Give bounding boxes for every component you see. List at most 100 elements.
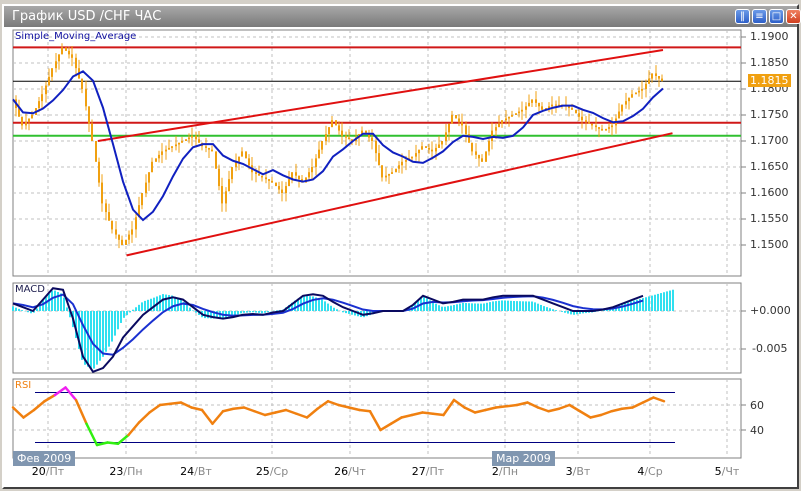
candle-body <box>205 146 207 148</box>
candle-body <box>498 123 500 128</box>
candle-body <box>528 102 530 107</box>
candle-body <box>385 175 387 178</box>
candle-body <box>71 54 73 58</box>
candle-body <box>635 92 637 95</box>
candle-body <box>48 76 50 86</box>
price-axis-label: 1.1850 <box>750 56 789 69</box>
candle-body <box>261 175 263 178</box>
candle-body <box>171 146 173 148</box>
candle-body <box>625 101 627 105</box>
candle-body <box>175 144 177 147</box>
candle-body <box>345 135 347 138</box>
candle-body <box>255 172 257 174</box>
date-label: 3/Вт <box>566 465 591 478</box>
candle-body <box>435 147 437 152</box>
candle-body <box>158 154 160 159</box>
date-day: 4 <box>637 465 645 478</box>
price-axis-label: 1.1600 <box>750 186 789 199</box>
date-label: 27/Пт <box>412 465 444 478</box>
candle-body <box>228 179 230 192</box>
panel-frame <box>12 378 742 459</box>
candle-body <box>275 182 277 187</box>
date-day: 20 <box>31 465 46 478</box>
date-weekday: /Ср <box>269 465 289 478</box>
candle-body <box>448 123 450 133</box>
candle-body <box>658 76 660 79</box>
candle-body <box>38 101 40 109</box>
candle-body <box>608 127 610 129</box>
candle-body <box>525 106 527 110</box>
candle-body <box>321 141 323 150</box>
candle-body <box>215 151 217 169</box>
candle-body <box>541 106 543 110</box>
candle-body <box>238 156 240 162</box>
current-price-label: 1.1815 <box>748 74 791 87</box>
candle-body <box>21 116 23 126</box>
candle-body <box>55 61 57 69</box>
date-label: 4/Ср <box>637 465 662 478</box>
candle-body <box>418 149 420 154</box>
macd-axis-label: -0.005 <box>752 342 788 355</box>
candle-body <box>161 151 163 155</box>
price-axis-label: 1.1500 <box>750 238 789 251</box>
candle-body <box>311 167 313 173</box>
candle-body <box>501 120 503 124</box>
candle-body <box>605 128 607 131</box>
candle-body <box>221 186 223 204</box>
candle-body <box>391 172 393 174</box>
candle-body <box>348 137 350 140</box>
candle-body <box>298 175 300 180</box>
macd-title: MACD <box>15 284 45 295</box>
price-axis-label: 1.1900 <box>750 30 789 43</box>
candle-body <box>538 102 540 107</box>
candle-body <box>458 118 460 122</box>
candle-body <box>571 108 573 110</box>
candle-body <box>585 120 587 122</box>
candle-body <box>531 99 533 103</box>
rsi-title: RSI <box>15 380 32 391</box>
candle-body <box>491 130 493 141</box>
candle-body <box>511 115 513 117</box>
date-label: 5/Чт <box>715 465 740 478</box>
candle-body <box>651 73 653 79</box>
candle-body <box>655 73 657 76</box>
rsi-line-segment <box>358 408 372 413</box>
candle-body <box>125 239 127 245</box>
candle-body <box>225 191 227 204</box>
candle-body <box>371 137 373 141</box>
date-weekday: /Чт <box>348 465 366 478</box>
chart-canvas[interactable] <box>0 0 801 491</box>
candle-body <box>505 118 507 121</box>
candle-body <box>645 83 647 89</box>
candle-body <box>521 109 523 112</box>
date-weekday: /Вт <box>194 465 212 478</box>
candle-body <box>591 123 593 126</box>
candle-body <box>151 161 153 173</box>
candle-body <box>441 141 443 145</box>
date-label: 24/Вт <box>180 465 212 478</box>
date-day: 27 <box>411 465 426 478</box>
candle-body <box>555 104 557 106</box>
candle-body <box>248 158 250 166</box>
candle-body <box>331 120 333 128</box>
rsi-line-segment <box>106 441 120 445</box>
candle-body <box>58 54 60 62</box>
candle-body <box>455 115 457 119</box>
candle-body <box>411 156 413 159</box>
candle-body <box>168 147 170 150</box>
candle-body <box>388 173 390 176</box>
date-weekday: /Пн <box>123 465 143 478</box>
candle-body <box>288 179 290 187</box>
candle-body <box>535 99 537 103</box>
sma-title: Simple_Moving_Average <box>15 31 137 42</box>
macd-axis-label: +0.000 <box>750 304 791 317</box>
candle-body <box>618 111 620 119</box>
date-day: 24 <box>180 465 195 478</box>
price-axis-label: 1.1700 <box>750 134 789 147</box>
candle-body <box>195 135 197 140</box>
candle-body <box>641 89 643 91</box>
date-weekday: /Пт <box>425 465 445 478</box>
month-label-feb: Фев 2009 <box>13 451 76 466</box>
candle-body <box>465 125 467 135</box>
rsi-line-segment <box>158 402 172 407</box>
